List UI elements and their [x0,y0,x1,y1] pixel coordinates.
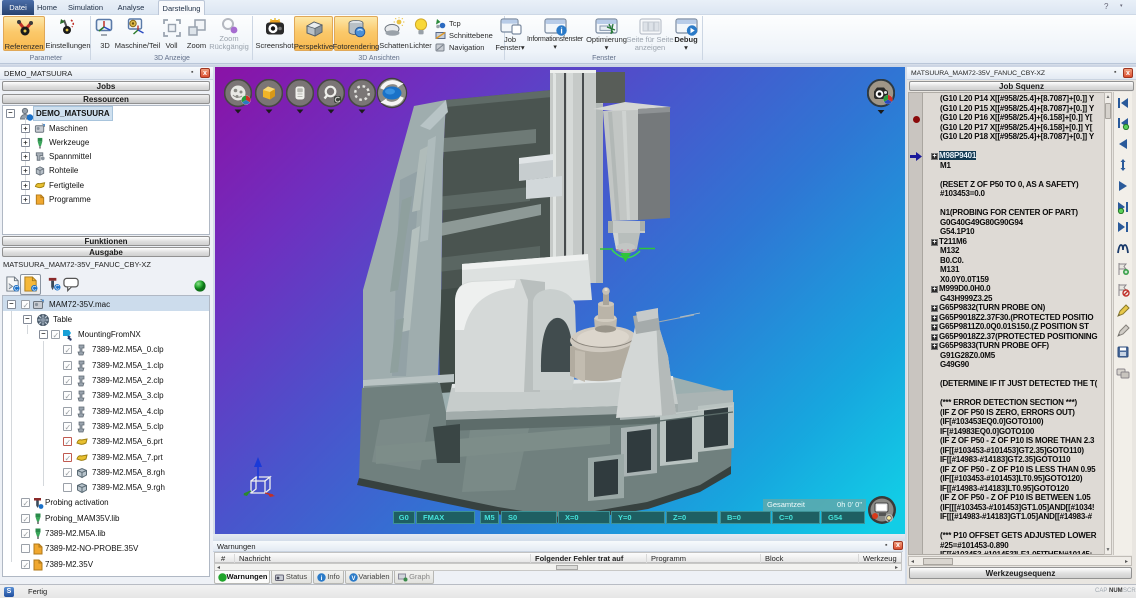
svg-text:i: i [321,575,323,582]
svg-text:C: C [32,286,37,292]
svg-text:i: i [560,26,562,36]
svg-text:V: V [351,576,355,582]
svg-text:C: C [14,286,19,292]
svg-text:C: C [55,285,60,292]
